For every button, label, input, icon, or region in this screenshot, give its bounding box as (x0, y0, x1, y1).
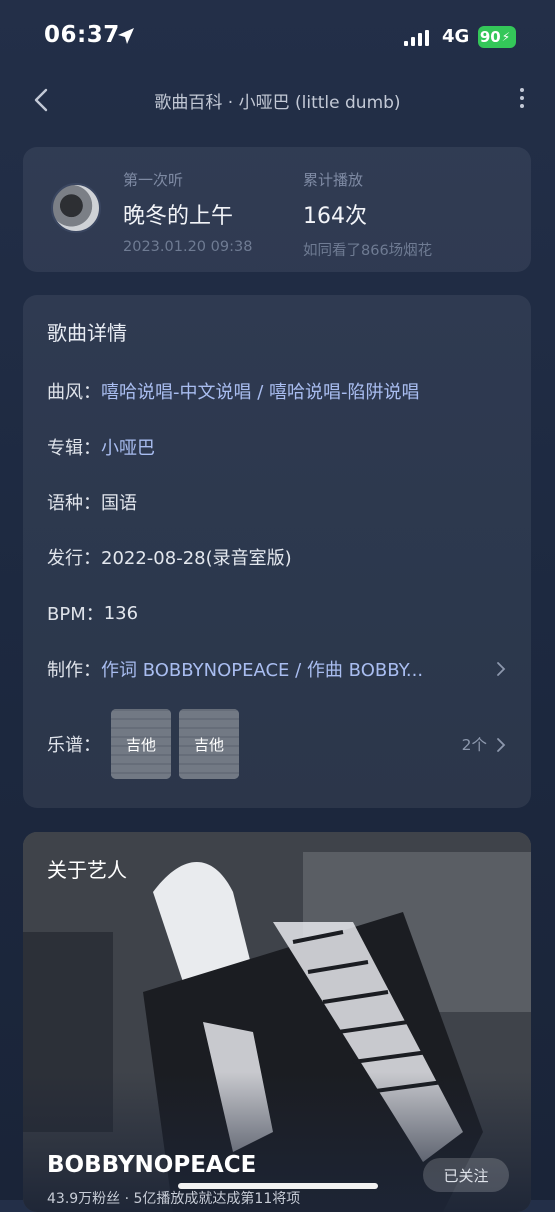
album-value[interactable]: 小哑巴 (101, 434, 155, 460)
artist-description: 43.9万粉丝 · 5亿播放成就达成第11将项 (47, 1191, 301, 1207)
play-count-note: 如同看了866场烟花 (303, 243, 433, 259)
album-label: 专辑： (47, 438, 101, 459)
song-details-card: 歌曲详情 曲风： 嘻哈说唱-中文说唱 / 嘻哈说唱-陷阱说唱 专辑： 小哑巴 语… (23, 295, 531, 808)
release-value: 2022-08-28(录音室版) (101, 548, 292, 569)
sheet-music-thumb-guitar[interactable]: 吉他 (111, 709, 171, 779)
sheet-music-count[interactable]: 2个 (462, 733, 487, 755)
credits-label: 制作： (47, 660, 101, 681)
about-artist-card[interactable]: 关于艺人 BOBBYNOPEACE 已关注 43.9万粉丝 · 5亿播放成就达成… (23, 832, 531, 1212)
credits-value[interactable]: 作词 BOBBYNOPEACE / 作曲 BOBBY... (101, 656, 423, 682)
genre-label: 曲风： (47, 382, 101, 403)
first-listen-value: 晚冬的上午 (123, 204, 234, 229)
artist-name[interactable]: BOBBYNOPEACE (47, 1152, 256, 1178)
release-label: 发行： (47, 548, 101, 569)
dot-icon (520, 104, 524, 108)
language-value: 国语 (101, 493, 137, 514)
location-arrow-icon (118, 28, 134, 44)
play-count-label: 累计播放 (303, 171, 364, 189)
language-row: 语种： 国语 (47, 487, 507, 517)
chevron-right-icon[interactable] (495, 659, 507, 679)
credits-row[interactable]: 制作： 作词 BOBBYNOPEACE / 作曲 BOBBY... (47, 654, 507, 684)
language-label: 语种： (47, 493, 101, 514)
cellular-signal-icon (404, 30, 429, 46)
sheet-music-thumb-label: 吉他 (193, 735, 224, 754)
follow-button[interactable]: 已关注 (423, 1158, 509, 1192)
sheet-music-row: 乐谱： 吉他 吉他 2个 (47, 709, 507, 781)
release-row: 发行： 2022-08-28(录音室版) (47, 542, 507, 572)
genre-value[interactable]: 嘻哈说唱-中文说唱 / 嘻哈说唱-陷阱说唱 (101, 378, 420, 404)
first-listen-date: 2023.01.20 09:38 (123, 239, 253, 255)
genre-row[interactable]: 曲风： 嘻哈说唱-中文说唱 / 嘻哈说唱-陷阱说唱 (47, 376, 507, 406)
dot-icon (520, 96, 524, 100)
album-row[interactable]: 专辑： 小哑巴 (47, 432, 507, 462)
page-title: 歌曲百科 · 小哑巴 (little dumb) (154, 93, 401, 113)
battery-indicator: 90 ⚡ (478, 26, 516, 48)
play-count-value: 164次 (303, 204, 367, 229)
sheet-music-thumb-guitar[interactable]: 吉他 (179, 709, 239, 779)
bpm-value: 136 (103, 602, 139, 624)
home-indicator[interactable] (178, 1183, 378, 1189)
nav-bar: 歌曲百科 · 小哑巴 (little dumb) (0, 76, 555, 124)
song-cover-avatar (51, 183, 101, 233)
status-bar: 06:37 4G 90 ⚡ (0, 0, 555, 76)
play-count-section: 累计播放 164次 如同看了866场烟花 (303, 169, 432, 260)
bpm-label: BPM： (47, 604, 104, 625)
battery-level: 90 (479, 28, 501, 46)
chevron-right-icon[interactable] (495, 735, 507, 755)
more-options-button[interactable] (515, 84, 529, 116)
back-button[interactable] (28, 82, 56, 118)
clock: 06:37 (44, 22, 120, 48)
charging-bolt-icon: ⚡ (501, 30, 511, 44)
details-title: 歌曲详情 (47, 321, 127, 345)
first-listen-label: 第一次听 (123, 171, 184, 189)
sheet-music-label: 乐谱： (47, 735, 101, 756)
bpm-row: BPM： 136 (47, 598, 507, 628)
about-artist-title: 关于艺人 (47, 858, 127, 882)
sheet-music-thumb-label: 吉他 (125, 735, 156, 754)
first-listen-section: 第一次听 晚冬的上午 2023.01.20 09:38 (123, 169, 252, 255)
network-type: 4G (442, 26, 470, 47)
listening-stats-card: 第一次听 晚冬的上午 2023.01.20 09:38 累计播放 164次 如同… (23, 147, 531, 272)
dot-icon (520, 88, 524, 92)
